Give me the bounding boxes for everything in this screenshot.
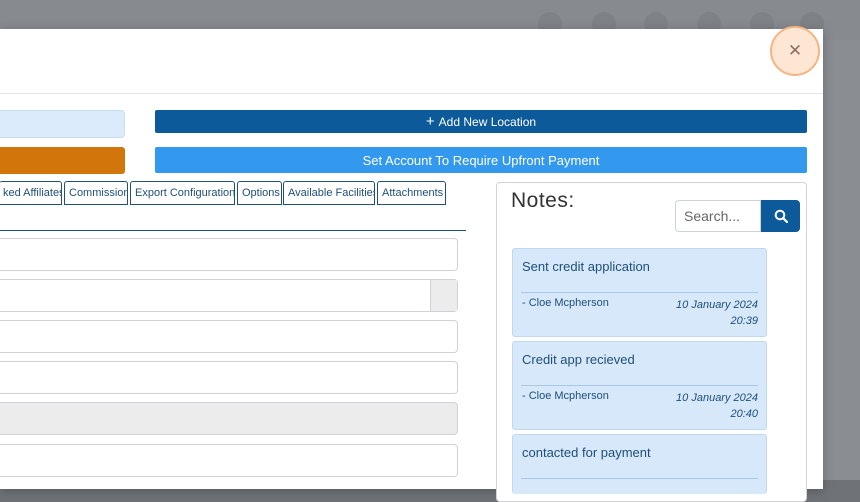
plus-icon: + xyxy=(425,112,435,130)
close-icon: ✕ xyxy=(787,41,803,60)
notes-title: Notes: xyxy=(511,189,575,212)
note-author: - Cloe Mcpherson xyxy=(522,297,609,309)
add-new-location-button[interactable]: + Add New Location xyxy=(155,110,807,133)
note-card[interactable]: Credit app recieved - Cloe Mcpherson 10 … xyxy=(512,341,767,430)
background-sidebar xyxy=(823,40,860,480)
note-text: contacted for payment xyxy=(522,445,651,460)
notes-search-button[interactable] xyxy=(761,200,800,232)
tab-label: ked Affiliates xyxy=(3,187,62,199)
note-time: 20:39 xyxy=(730,315,758,327)
note-text: Credit app recieved xyxy=(522,352,635,367)
note-divider xyxy=(521,292,758,293)
note-author: - Cloe Mcpherson xyxy=(522,390,609,402)
form-input[interactable] xyxy=(0,320,458,353)
tab-linked-affiliates[interactable]: ked Affiliates xyxy=(0,181,62,205)
tab-commission[interactable]: Commission xyxy=(64,181,128,205)
form-input-with-addon[interactable] xyxy=(0,279,458,312)
form-input[interactable] xyxy=(0,361,458,394)
tab-available-facilities[interactable]: Available Facilities xyxy=(283,181,375,205)
note-divider xyxy=(521,478,758,479)
tab-export-configuration[interactable]: Export Configuration xyxy=(130,181,235,205)
notes-panel: Notes: Sent credit application - Cloe Mc… xyxy=(496,182,807,502)
tab-label: Commission xyxy=(69,187,128,199)
note-card[interactable]: Sent credit application - Cloe Mcpherson… xyxy=(512,248,767,337)
note-timestamp: 10 January 2024 20:39 xyxy=(648,297,758,329)
require-upfront-payment-button[interactable]: Set Account To Require Upfront Payment xyxy=(155,147,807,173)
note-timestamp: 10 January 2024 20:40 xyxy=(648,390,758,422)
add-new-location-label: Add New Location xyxy=(438,114,537,129)
tab-label: Available Facilities xyxy=(288,187,375,199)
modal-header xyxy=(0,29,823,94)
tab-options[interactable]: Options xyxy=(237,181,282,205)
form-input[interactable] xyxy=(0,238,458,271)
notes-search-input[interactable] xyxy=(675,200,761,232)
orange-action-button[interactable] xyxy=(0,147,125,174)
account-field[interactable] xyxy=(0,110,125,138)
form-input-disabled xyxy=(0,402,458,435)
note-divider xyxy=(521,385,758,386)
input-addon[interactable] xyxy=(430,280,457,311)
note-time: 20:40 xyxy=(730,408,758,420)
note-card[interactable]: contacted for payment xyxy=(512,434,767,494)
note-date: 10 January 2024 xyxy=(676,392,758,404)
require-upfront-payment-label: Set Account To Require Upfront Payment xyxy=(362,152,600,168)
tab-label: Export Configuration xyxy=(135,187,235,199)
tab-label: Attachments xyxy=(382,187,444,199)
tab-strip: ked Affiliates Commission Export Configu… xyxy=(0,181,466,231)
form-input[interactable] xyxy=(0,444,458,477)
note-text: Sent credit application xyxy=(522,259,650,274)
account-modal: ✕ + Add New Location Set Account To Requ… xyxy=(0,26,823,502)
tab-attachments[interactable]: Attachments xyxy=(377,181,446,205)
search-icon xyxy=(774,209,788,223)
tab-label: Options xyxy=(242,187,280,199)
close-button[interactable]: ✕ xyxy=(770,26,820,76)
note-date: 10 January 2024 xyxy=(676,299,758,311)
